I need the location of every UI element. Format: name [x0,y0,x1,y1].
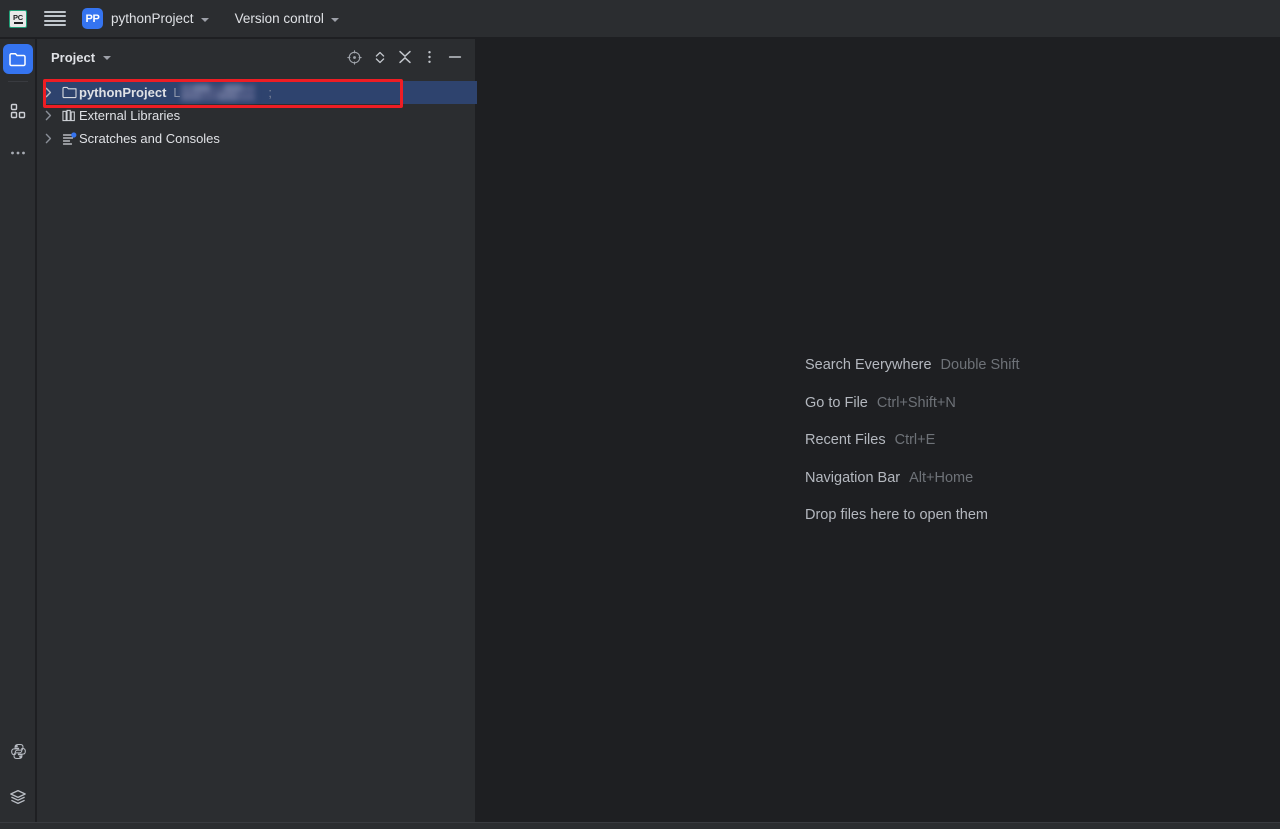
select-opened-file-button[interactable] [342,45,367,70]
chevron-down-icon [200,17,209,22]
layers-icon [10,789,26,805]
blurred-path-mask [181,84,265,101]
python-icon [10,743,26,759]
sidebar-item-structure[interactable] [3,96,33,126]
path-tail: ; [268,85,272,100]
project-badge: PP [82,8,103,29]
sidebar-item-more[interactable] [3,138,33,168]
hint-action-label: Search Everywhere [805,357,932,373]
tree-label-python-project: pythonProject [79,85,167,100]
tool-window-actions [342,45,467,70]
hint-action-label: Go to File [805,394,868,411]
expand-arrow-icon[interactable] [37,133,59,144]
folder-icon [9,52,26,66]
chevron-down-icon [330,17,339,22]
tree-row-python-project[interactable]: pythonProject L ; [37,81,501,104]
activity-bar-bottom-group [0,736,36,812]
project-tool-window: Project pythonProject L ; External Libra… [37,39,501,822]
hint-go-to-file[interactable]: Go to File Ctrl+Shift+N [805,395,1020,433]
editor-area: Search Everywhere Double Shift Go to Fil… [477,39,1280,822]
activity-bar-divider [7,81,28,82]
drop-files-label: Drop files here to open them [805,507,988,523]
title-bar: PC PP pythonProject Version control [0,0,1280,38]
hide-tool-window-button[interactable] [442,45,467,70]
tool-window-options-button[interactable] [417,45,442,70]
project-selector[interactable]: PP pythonProject [76,0,215,38]
hint-shortcut-label: Alt+Home [909,469,974,486]
hint-shortcut-label: Double Shift [940,357,1020,373]
status-bar [0,823,1280,829]
hamburger-bar [44,24,66,27]
vertical-dots-icon [428,51,431,63]
tool-window-header: Project [37,39,475,75]
hint-shortcut-label: Ctrl+Shift+N [876,394,956,411]
hint-drop-files: Drop files here to open them [805,507,1020,545]
collapse-all-button[interactable] [392,45,417,70]
hint-search-everywhere[interactable]: Search Everywhere Double Shift [805,357,1020,395]
redacted-project-path: L ; [173,84,272,101]
hamburger-bar [44,15,66,18]
minimize-icon [448,56,461,58]
tree-row-scratches-and-consoles[interactable]: Scratches and Consoles [37,127,476,150]
chevron-down-icon[interactable] [103,56,112,60]
collapse-all-icon [398,50,411,64]
chevron-up-down-icon [375,51,384,63]
pycharm-logo-icon: PC [9,9,27,28]
project-name-label: pythonProject [111,11,194,26]
hamburger-bar [44,10,66,13]
scratches-icon [59,131,79,146]
version-control-label: Version control [234,11,324,26]
tree-label-external-libraries: External Libraries [79,108,181,123]
tree-row-external-libraries[interactable]: External Libraries [37,104,476,127]
sidebar-item-services[interactable] [3,782,33,812]
hamburger-menu-icon[interactable] [44,8,66,30]
tool-window-title: Project [51,49,96,65]
editor-shortcut-hints: Search Everywhere Double Shift Go to Fil… [805,357,1020,545]
crosshair-target-icon [347,49,362,65]
folder-icon [59,86,79,99]
pycharm-logo-bar [13,21,23,24]
expand-arrow-icon[interactable] [37,110,59,121]
expand-collapse-button[interactable] [367,45,392,70]
path-prefix: L [173,85,181,100]
library-books-icon [59,109,79,122]
pycharm-logo-text: PC [12,12,24,22]
sidebar-item-python-console[interactable] [3,736,33,766]
sidebar-item-project[interactable] [2,44,33,74]
hint-action-label: Navigation Bar [805,469,901,486]
hint-shortcut-label: Ctrl+E [894,432,936,448]
version-control-menu[interactable]: Version control [229,0,345,38]
hint-action-label: Recent Files [805,432,886,448]
hamburger-bar [44,19,66,22]
hint-navigation-bar[interactable]: Navigation Bar Alt+Home [805,470,1020,508]
ellipsis-icon [10,151,25,155]
activity-bar [0,39,36,822]
structure-icon [10,103,25,119]
project-tree: pythonProject L ; External Libraries Scr… [37,81,501,150]
hint-recent-files[interactable]: Recent Files Ctrl+E [805,432,1020,470]
tree-label-scratches-and-consoles: Scratches and Consoles [79,131,220,146]
expand-arrow-icon[interactable] [37,87,59,98]
